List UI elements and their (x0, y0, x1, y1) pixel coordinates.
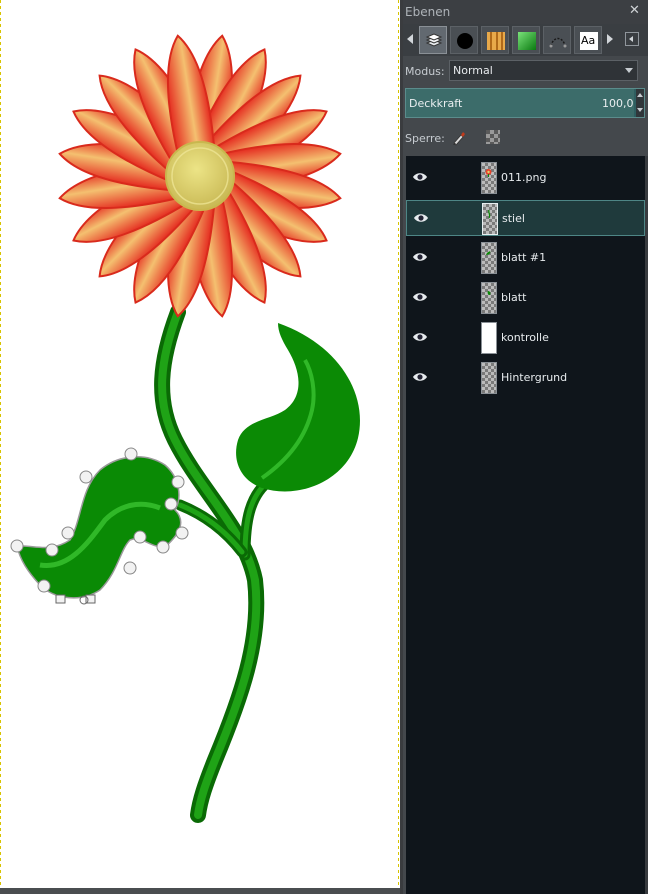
stem-thumb-icon (488, 210, 491, 218)
tab-scroll-right-icon[interactable] (607, 34, 613, 44)
lock-row: Sperre: (403, 124, 648, 152)
tab-menu-icon[interactable] (625, 32, 639, 46)
mode-row: Modus: Normal (403, 58, 648, 84)
opacity-label: Deckkraft (409, 97, 463, 110)
layers-dialog: Ebenen ✕ Aa Modus: Normal Deckkraft 100,… (403, 0, 648, 894)
leaf-left-selected (10, 447, 189, 605)
layer-name: blatt (501, 291, 527, 304)
layer-thumbnail (481, 322, 497, 354)
layer-row-blatt-1[interactable]: blatt #1 (406, 240, 645, 276)
image-canvas[interactable] (0, 0, 400, 894)
eye-icon[interactable] (412, 171, 428, 183)
layer-row-stiel[interactable]: stiel (406, 200, 645, 236)
layer-row-blatt[interactable]: blatt (406, 280, 645, 316)
dialog-title: Ebenen (405, 5, 451, 19)
brushes-tab[interactable] (450, 26, 478, 54)
mode-select[interactable]: Normal (449, 60, 638, 81)
layer-name: Hintergrund (501, 371, 568, 384)
canvas-bottom-bar (0, 888, 400, 894)
eye-icon[interactable] (412, 291, 428, 303)
layer-row-011-png[interactable]: 011.png (406, 160, 645, 196)
layers-list: 011.png stiel blatt #1 blatt kontrolle H… (406, 156, 645, 894)
paths-icon (549, 37, 567, 48)
layer-thumbnail (481, 162, 497, 194)
lock-pixels-icon[interactable] (451, 130, 467, 146)
brush-icon (457, 33, 473, 49)
lock-alpha-icon[interactable] (485, 129, 501, 145)
layer-row-hintergrund[interactable]: Hintergrund (406, 360, 645, 396)
layer-thumbnail (481, 242, 497, 274)
gradients-tab[interactable] (512, 26, 540, 54)
leaf-right (236, 323, 360, 492)
fonts-tab[interactable]: Aa (574, 26, 602, 54)
patterns-tab[interactable] (481, 26, 509, 54)
stem (154, 304, 311, 823)
layer-name: kontrolle (501, 331, 549, 344)
eye-icon[interactable] (412, 371, 428, 383)
chevron-down-icon (625, 68, 633, 73)
mode-label: Modus: (405, 65, 445, 78)
flower-center (165, 141, 235, 211)
layer-name: stiel (502, 212, 525, 225)
eye-icon[interactable] (413, 212, 429, 224)
dialog-title-bar: Ebenen ✕ (403, 0, 648, 24)
lock-label: Sperre: (405, 132, 445, 145)
paths-tab[interactable] (543, 26, 571, 54)
tab-scroll-left-icon[interactable] (407, 34, 413, 44)
layer-thumbnail (481, 362, 497, 394)
layer-name: blatt #1 (501, 251, 547, 264)
layer-thumbnail (481, 282, 497, 314)
layers-tab[interactable] (419, 26, 447, 54)
canvas-guide-right (398, 0, 399, 894)
dock-tab-bar: Aa (403, 24, 648, 56)
mode-value: Normal (453, 64, 493, 77)
eye-icon[interactable] (412, 331, 428, 343)
layer-row-kontrolle[interactable]: kontrolle (406, 320, 645, 356)
flower-thumb-icon (485, 169, 492, 177)
layers-icon (425, 33, 443, 47)
opacity-spinner[interactable] (636, 89, 644, 117)
fonts-tab-text: Aa (581, 34, 596, 47)
close-icon[interactable]: ✕ (629, 4, 640, 18)
eye-icon[interactable] (412, 251, 428, 263)
leaf-thumb-icon (486, 251, 491, 255)
leaf-thumb-icon (487, 291, 491, 295)
layer-name: 011.png (501, 171, 547, 184)
gradient-icon (518, 32, 536, 50)
opacity-value: 100,0 (602, 97, 634, 110)
pattern-icon (487, 32, 505, 50)
layer-thumbnail (482, 203, 498, 235)
flower-image (10, 34, 360, 823)
opacity-slider[interactable]: Deckkraft 100,0 (405, 88, 645, 118)
